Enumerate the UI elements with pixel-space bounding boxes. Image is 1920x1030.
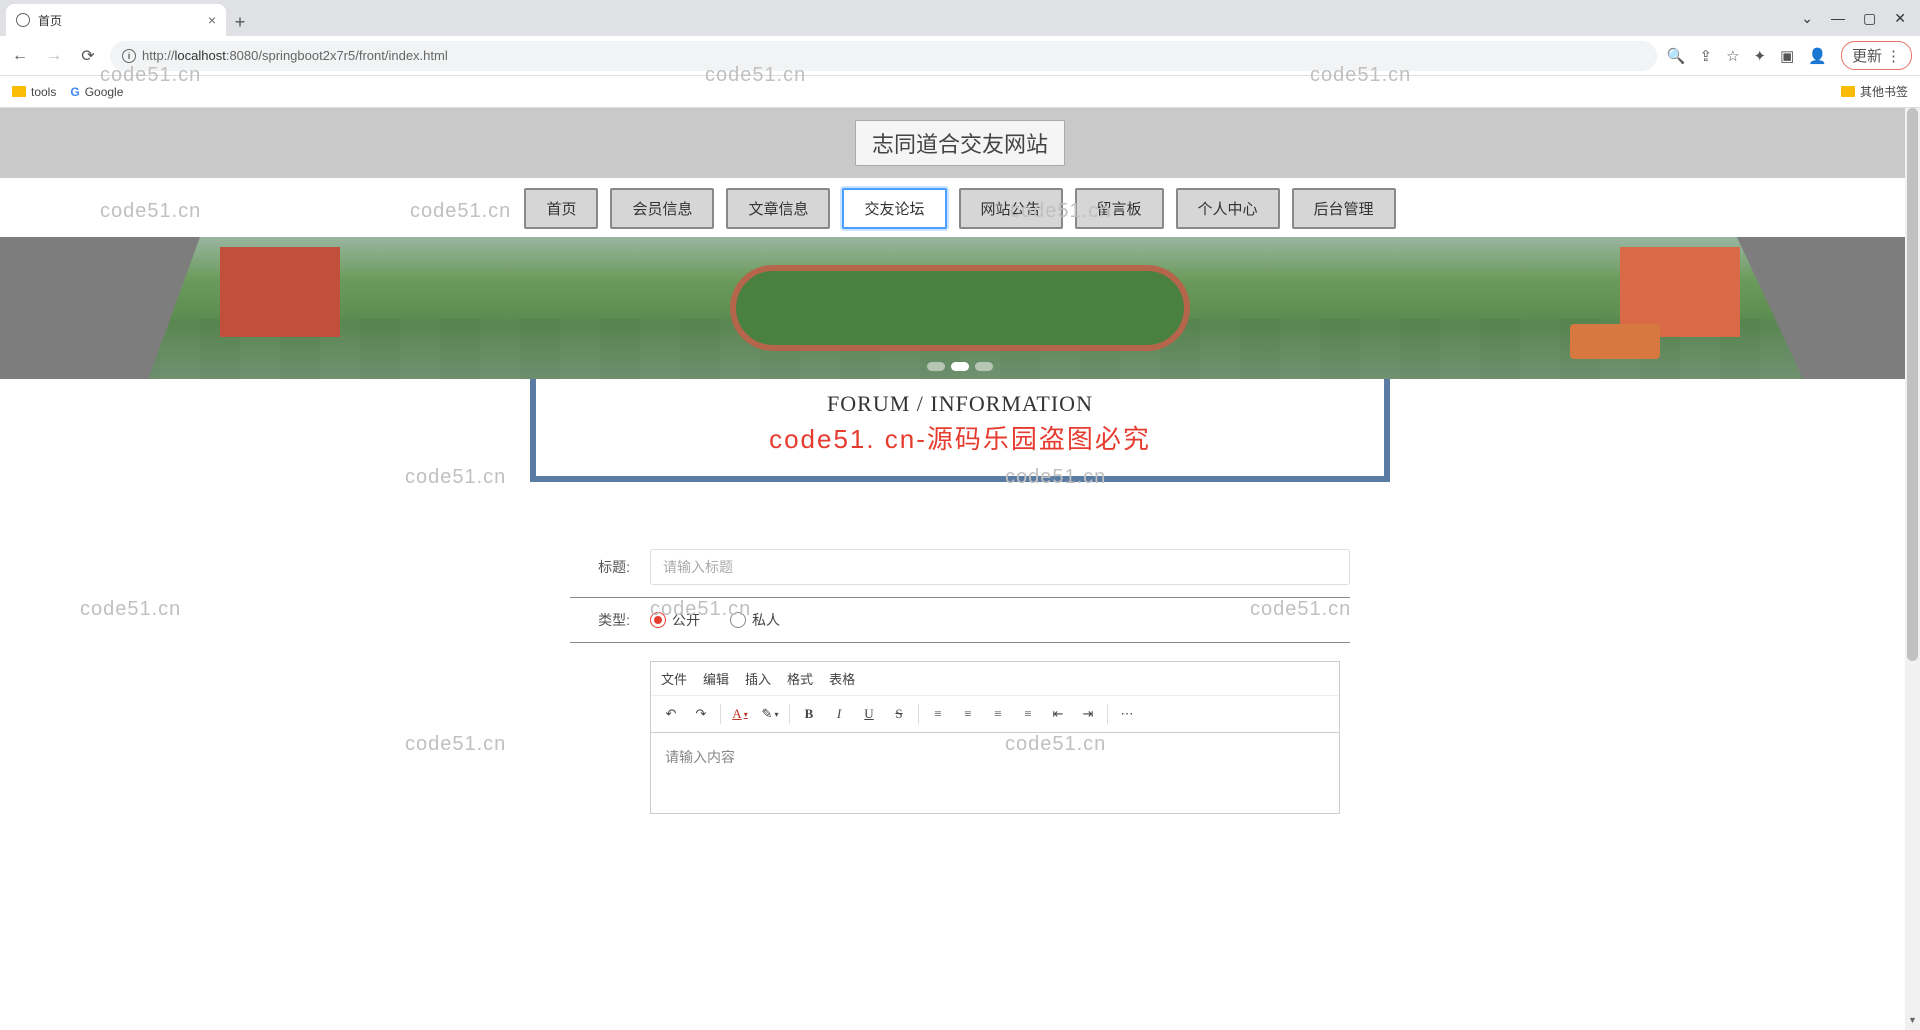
- share-icon[interactable]: ⇪: [1700, 47, 1713, 65]
- indent-button[interactable]: ⇥: [1074, 700, 1102, 728]
- section-heading-box: FORUM / INFORMATION code51. cn-源码乐园盗图必究: [530, 379, 1390, 482]
- bold-button[interactable]: B: [795, 700, 823, 728]
- vertical-scrollbar[interactable]: ▲ ▼: [1905, 108, 1920, 1030]
- tab-strip: 首页 × + ⌄ — ▢ ✕: [0, 0, 1920, 36]
- nav-profile[interactable]: 个人中心: [1176, 188, 1280, 229]
- carousel-dot[interactable]: [951, 362, 969, 371]
- nav-member[interactable]: 会员信息: [610, 188, 714, 229]
- title-input[interactable]: [650, 549, 1350, 585]
- section-heading-red: code51. cn-源码乐园盗图必究: [536, 419, 1384, 456]
- nav-admin[interactable]: 后台管理: [1292, 188, 1396, 229]
- folder-icon: [1841, 86, 1855, 97]
- forum-post-form: 标题: 类型: 公开 私人 code51.cn code51.cn code51…: [570, 537, 1350, 814]
- scrollbar-thumb[interactable]: [1907, 108, 1918, 661]
- close-tab-icon[interactable]: ×: [208, 12, 216, 28]
- radio-icon: [650, 612, 666, 628]
- tab-title: 首页: [38, 12, 62, 29]
- align-center-button[interactable]: ≡: [954, 700, 982, 728]
- profile-icon[interactable]: 👤: [1808, 47, 1827, 65]
- label-type: 类型:: [570, 610, 630, 630]
- watermark: code51.cn: [80, 598, 181, 621]
- menu-format[interactable]: 格式: [787, 669, 813, 688]
- browser-chrome: 首页 × + ⌄ — ▢ ✕ ← → ⟳ i http://localhost:…: [0, 0, 1920, 108]
- window-controls: ⌄ — ▢ ✕: [1801, 0, 1920, 36]
- watermark: code51.cn: [405, 733, 506, 756]
- menu-edit[interactable]: 编辑: [703, 669, 729, 688]
- underline-button[interactable]: U: [855, 700, 883, 728]
- chevron-down-icon[interactable]: ⌄: [1801, 10, 1813, 27]
- new-tab-button[interactable]: +: [226, 8, 254, 36]
- editor-toolbar: ↶ ↷ A▾ ✎▾ B I U S ≡ ≡ ≡ ≡ ⇤ ⇥ ⋯: [651, 696, 1339, 733]
- section-heading-en: FORUM / INFORMATION: [536, 391, 1384, 417]
- bookmark-tools[interactable]: tools: [12, 85, 56, 99]
- forward-button[interactable]: →: [42, 44, 66, 68]
- folder-icon: [12, 86, 26, 97]
- form-row-type: 类型: 公开 私人: [570, 598, 1350, 643]
- undo-button[interactable]: ↶: [657, 700, 685, 728]
- more-button[interactable]: ⋯: [1113, 700, 1141, 728]
- banner-carousel[interactable]: [0, 237, 1920, 379]
- editor-menu-bar: 文件 编辑 插入 格式 表格: [651, 662, 1339, 696]
- maximize-icon[interactable]: ▢: [1863, 10, 1876, 27]
- zoom-icon[interactable]: 🔍: [1667, 47, 1686, 65]
- radio-icon: [730, 612, 746, 628]
- text-color-button[interactable]: A▾: [726, 700, 754, 728]
- outdent-button[interactable]: ⇤: [1044, 700, 1072, 728]
- nav-guestbook[interactable]: 留言板: [1075, 188, 1164, 229]
- nav-announcement[interactable]: 网站公告: [959, 188, 1063, 229]
- nav-home[interactable]: 首页: [524, 188, 598, 229]
- scrollbar-down-arrow[interactable]: ▼: [1905, 1015, 1920, 1030]
- back-button[interactable]: ←: [8, 44, 32, 68]
- carousel-dot[interactable]: [927, 362, 945, 371]
- site-title: 志同道合交友网站: [855, 120, 1065, 166]
- site-header: 志同道合交友网站: [0, 108, 1920, 178]
- menu-table[interactable]: 表格: [829, 669, 855, 688]
- url-input[interactable]: i http://localhost:8080/springboot2x7r5/…: [110, 41, 1657, 71]
- menu-insert[interactable]: 插入: [745, 669, 771, 688]
- rich-text-editor: 文件 编辑 插入 格式 表格 ↶ ↷ A▾ ✎▾ B I U S ≡ ≡ ≡: [650, 661, 1340, 814]
- url-text: http://localhost:8080/springboot2x7r5/fr…: [142, 48, 448, 63]
- align-justify-button[interactable]: ≡: [1014, 700, 1042, 728]
- extension-icon[interactable]: ✦: [1754, 47, 1767, 65]
- carousel-dot[interactable]: [975, 362, 993, 371]
- nav-article[interactable]: 文章信息: [726, 188, 830, 229]
- nav-forum[interactable]: 交友论坛: [842, 188, 946, 229]
- site-info-icon[interactable]: i: [122, 49, 136, 63]
- page-content: code51.cn code51.cn code51.cn 志同道合交友网站 首…: [0, 108, 1920, 814]
- watermark: code51.cn: [405, 466, 506, 489]
- star-icon[interactable]: ☆: [1726, 47, 1739, 65]
- carousel-dots[interactable]: [927, 362, 993, 371]
- main-nav: 首页 会员信息 文章信息 交友论坛 网站公告 留言板 个人中心 后台管理: [0, 178, 1920, 237]
- form-row-title: 标题:: [570, 537, 1350, 598]
- editor-content[interactable]: 请输入内容: [651, 733, 1339, 813]
- reading-list-icon[interactable]: ▣: [1780, 47, 1794, 65]
- browser-tab[interactable]: 首页 ×: [6, 4, 226, 36]
- menu-file[interactable]: 文件: [661, 669, 687, 688]
- google-icon: G: [70, 85, 79, 99]
- bookmarks-bar: tools G Google 其他书签: [0, 76, 1920, 108]
- type-radio-group: 公开 私人: [650, 610, 780, 630]
- italic-button[interactable]: I: [825, 700, 853, 728]
- update-button[interactable]: 更新⋮: [1841, 41, 1912, 70]
- close-window-icon[interactable]: ✕: [1894, 10, 1906, 27]
- radio-public[interactable]: 公开: [650, 610, 700, 630]
- address-bar: ← → ⟳ i http://localhost:8080/springboot…: [0, 36, 1920, 76]
- strikethrough-button[interactable]: S: [885, 700, 913, 728]
- globe-icon: [16, 13, 30, 27]
- label-title: 标题:: [570, 557, 630, 577]
- radio-private[interactable]: 私人: [730, 610, 780, 630]
- minimize-icon[interactable]: —: [1831, 10, 1845, 26]
- redo-button[interactable]: ↷: [687, 700, 715, 728]
- bookmark-other[interactable]: 其他书签: [1841, 83, 1908, 100]
- highlight-button[interactable]: ✎▾: [756, 700, 784, 728]
- address-bar-icons: 🔍 ⇪ ☆ ✦ ▣ 👤 更新⋮: [1667, 41, 1912, 70]
- bookmark-google[interactable]: G Google: [70, 85, 123, 99]
- align-right-button[interactable]: ≡: [984, 700, 1012, 728]
- align-left-button[interactable]: ≡: [924, 700, 952, 728]
- reload-button[interactable]: ⟳: [76, 44, 100, 68]
